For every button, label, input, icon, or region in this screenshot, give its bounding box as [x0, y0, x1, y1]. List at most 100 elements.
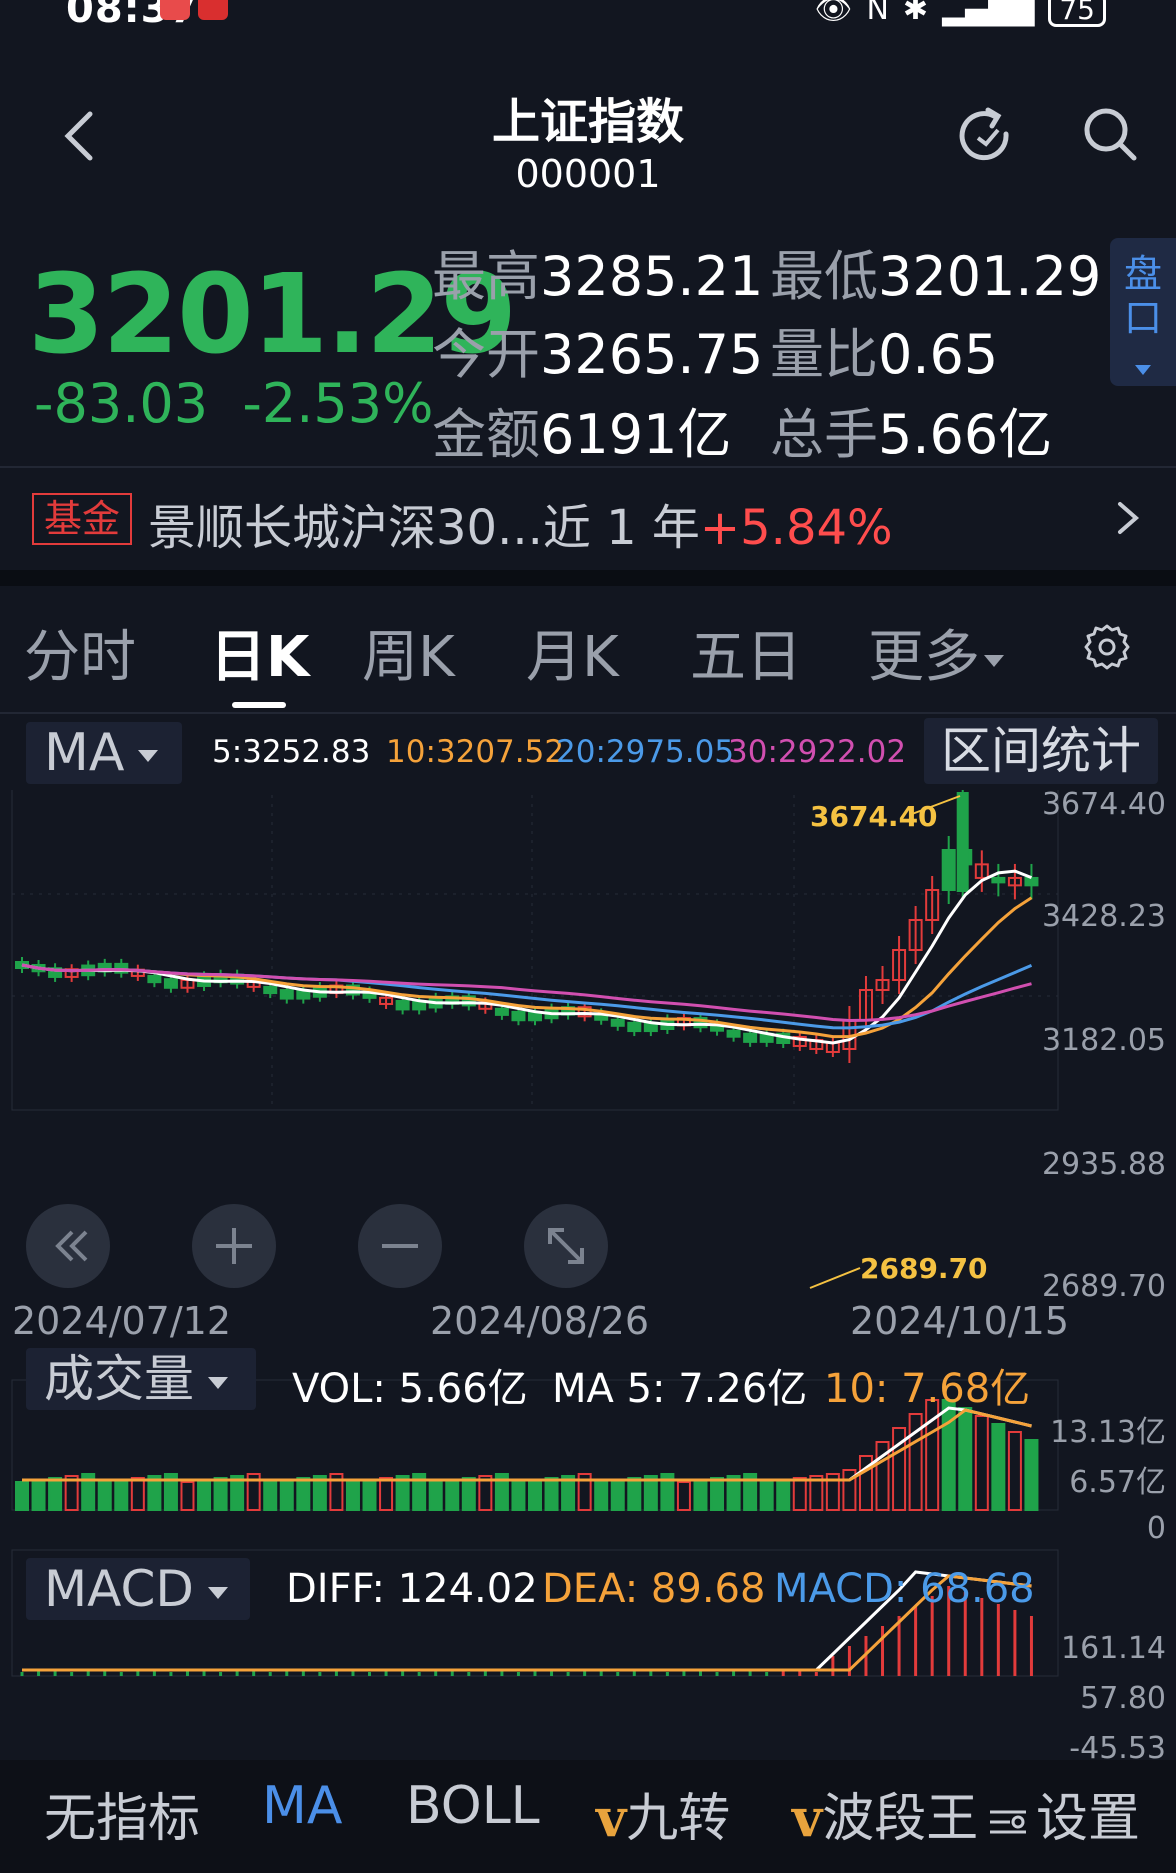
volume-bar [197, 1479, 212, 1511]
volume-bar [15, 1481, 29, 1511]
bluetooth-icon: ✱ [902, 0, 929, 27]
gear-icon[interactable] [1082, 622, 1132, 672]
indicator-settings[interactable]: 设置 [986, 1776, 1140, 1851]
indicator-jiuzhuan[interactable]: v九转 [596, 1776, 730, 1851]
indicator-none[interactable]: 无指标 [44, 1776, 200, 1851]
range-stats-button[interactable]: 区间统计 [924, 718, 1158, 784]
volume-axis-label: 6.57亿 [1069, 1465, 1166, 1500]
volume-bar [180, 1481, 195, 1511]
ma5-legend: 5:3252.83 [212, 734, 371, 770]
candle [279, 989, 294, 1000]
ma10-legend: 10:3207.52 [386, 734, 565, 770]
stat-amount: 金额6191亿 [432, 403, 732, 466]
candle [991, 876, 1006, 884]
app-notification-icon [160, 0, 190, 20]
fund-badge: 基金 [32, 493, 132, 545]
indicator-ma[interactable]: MA [262, 1776, 342, 1836]
zoom-out-button[interactable] [358, 1204, 442, 1288]
fund-return: +5.84% [699, 500, 893, 556]
divider [0, 712, 1176, 714]
low-marker-line [809, 1267, 861, 1289]
volume-bar [130, 1477, 145, 1511]
tab-monthly-k[interactable]: 月K [526, 612, 619, 693]
candle [163, 978, 178, 989]
volume-bar [693, 1479, 708, 1511]
indicator-boll[interactable]: BOLL [406, 1776, 540, 1836]
indicator-boduanwang[interactable]: v波段王 [792, 1776, 978, 1851]
dea-legend: DEA: 89.68 [542, 1566, 766, 1612]
volume-bar [610, 1479, 625, 1511]
candle [627, 1021, 642, 1033]
caret-down-icon [138, 750, 159, 762]
tab-five-day[interactable]: 五日 [690, 612, 802, 693]
volume-bar [776, 1479, 791, 1511]
stat-open: 今开3265.75 [432, 323, 764, 386]
candle [263, 985, 278, 995]
tab-daily-k[interactable]: 日K [210, 612, 309, 693]
price-axis-label: 2935.88 [1042, 1147, 1166, 1182]
volume-bar [792, 1477, 807, 1511]
volume-bar [710, 1477, 725, 1511]
scroll-left-button[interactable] [26, 1204, 110, 1288]
stat-low: 最低3201.29 [770, 245, 1102, 308]
ma5-line [21, 869, 1033, 1045]
section-gap [0, 570, 1176, 586]
volume-bar [676, 1481, 691, 1511]
refresh-icon[interactable] [954, 104, 1018, 168]
volume-bar [974, 1415, 989, 1511]
stat-volume-ratio: 量比0.65 [770, 323, 999, 386]
signal-icon: ▂▄▆█ [942, 0, 1035, 27]
v-badge-icon: v [596, 1788, 627, 1849]
huawei-notification-icon [198, 0, 228, 20]
expand-icon [548, 1228, 584, 1264]
fullscreen-button[interactable] [524, 1204, 608, 1288]
volume-bar [461, 1477, 476, 1511]
price-axis-label: 3182.05 [1042, 1023, 1166, 1058]
status-icons: 👁 N ✱ ▂▄▆█ 75 [814, 0, 1106, 27]
volume-bar [627, 1477, 642, 1511]
stat-total-hands: 总手5.66亿 [770, 403, 1053, 466]
minus-icon [382, 1244, 418, 1248]
pankou-toggle[interactable]: 盘口 [1110, 238, 1176, 386]
caret-down-icon [984, 654, 1004, 667]
tab-intraday[interactable]: 分时 [24, 612, 136, 693]
candle [941, 849, 956, 891]
change-percent: -2.53% [242, 372, 434, 435]
candle [743, 1032, 758, 1043]
date-axis-label: 2024/07/12 [12, 1299, 231, 1343]
volume-dropdown[interactable]: 成交量 [26, 1348, 256, 1410]
chevron-right-icon[interactable] [1114, 498, 1142, 538]
volume-bar [594, 1481, 609, 1511]
fund-banner[interactable]: 景顺长城沪深30...近 1 年+5.84% [148, 488, 893, 558]
volume-bar [511, 1481, 526, 1511]
vol-ma5-line [22, 1406, 1032, 1482]
ma-dropdown[interactable]: MA [26, 722, 182, 784]
volume-bar [213, 1477, 228, 1511]
candle [1024, 876, 1039, 887]
volume-bar [941, 1399, 956, 1511]
zoom-in-button[interactable] [192, 1204, 276, 1288]
ma10-line [21, 896, 1033, 1039]
candle [610, 1018, 625, 1027]
macd-axis-label: -45.53 [1069, 1731, 1166, 1760]
caret-down-icon [1135, 365, 1151, 375]
macd-axis-label: 57.80 [1080, 1681, 1166, 1716]
stat-high: 最高3285.21 [432, 245, 764, 308]
ma30-line [21, 963, 1032, 1023]
macd-legend: MACD: 68.68 [774, 1566, 1035, 1612]
vol-ma10-legend: 10: 7.68亿 [824, 1366, 1031, 1412]
tab-weekly-k[interactable]: 周K [362, 612, 455, 693]
volume-bar [296, 1477, 311, 1511]
ma30-legend: 30:2922.02 [728, 734, 907, 770]
price-axis-label: 3428.23 [1042, 899, 1166, 934]
vol-ma10-line [22, 1408, 1032, 1482]
macd-dropdown[interactable]: MACD [26, 1558, 250, 1620]
battery-level: 75 [1048, 0, 1106, 27]
double-chevron-left-icon [55, 1230, 88, 1262]
v-badge-icon: v [792, 1788, 823, 1849]
tab-more[interactable]: 更多 [868, 612, 1004, 693]
search-icon[interactable] [1080, 104, 1140, 164]
volume-bar [544, 1477, 559, 1511]
volume-bar [345, 1481, 360, 1511]
caret-down-icon [207, 1586, 228, 1599]
